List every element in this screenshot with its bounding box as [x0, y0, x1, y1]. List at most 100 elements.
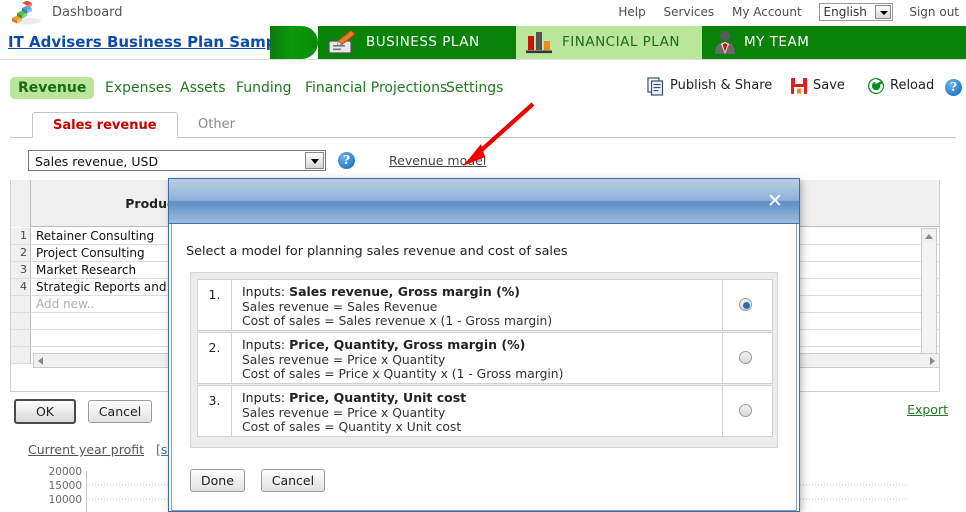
dialog-body: Select a model for planning sales revenu… — [171, 224, 797, 511]
save-button[interactable]: Save — [789, 76, 845, 96]
row-value[interactable]: Market Research — [33, 262, 179, 278]
radio-button-option-3[interactable] — [739, 404, 752, 417]
scroll-right-icon[interactable] — [926, 354, 939, 367]
sidebar-item-revenue[interactable]: Revenue — [10, 77, 95, 99]
grid-corner-cell — [11, 180, 31, 227]
plan-tabs: BUSINESS PLAN FINANCIAL PLAN MY TEAM — [270, 26, 966, 59]
row-value[interactable]: Project Consulting — [33, 245, 179, 261]
model-option-3[interactable]: 3. Inputs: Price, Quantity, Unit cost Sa… — [197, 385, 773, 437]
tab-my-team-label: MY TEAM — [744, 34, 810, 50]
row-number — [11, 313, 31, 329]
app-root: Dashboard Help Services My Account Engli… — [0, 0, 966, 512]
export-link[interactable]: Export — [907, 402, 948, 417]
radio-button-option-2[interactable] — [739, 351, 752, 364]
option-text: Inputs: Sales revenue, Gross margin (%) … — [242, 284, 712, 329]
option-radio-cell[interactable] — [722, 333, 772, 383]
plan-bar: IT Advisers Business Plan Sample BUSINES… — [0, 26, 966, 60]
row-value[interactable] — [33, 313, 179, 329]
close-icon[interactable]: ✕ — [765, 192, 785, 212]
option-inputs-value: Sales revenue, Gross margin (%) — [289, 284, 521, 299]
scroll-up-icon[interactable] — [922, 229, 936, 243]
sidebar-item-financial-projections[interactable]: Financial Projections — [297, 77, 455, 99]
dialog-title-bar: ✕ — [169, 179, 799, 224]
option-inputs-label: Inputs: — [242, 390, 290, 405]
sign-out-link[interactable]: Sign out — [902, 2, 966, 22]
language-value: English — [823, 5, 867, 19]
sales-revenue-dropdown[interactable]: Sales revenue, USD — [28, 150, 326, 171]
grid-vertical-scrollbar[interactable] — [921, 228, 937, 368]
dialog-prompt: Select a model for planning sales revenu… — [186, 244, 568, 259]
row-value[interactable]: Strategic Reports and So — [33, 279, 179, 295]
radio-button-option-1[interactable] — [739, 298, 752, 311]
3d-bar-chart-logo-icon[interactable] — [6, 0, 42, 25]
chevron-down-icon[interactable] — [305, 152, 324, 169]
nav-help[interactable]: Help — [611, 2, 652, 22]
refresh-arrow-icon — [866, 76, 886, 96]
y-axis-tick: 20000 — [48, 466, 82, 478]
y-axis-tick: 10000 — [48, 494, 82, 506]
publish-share-button[interactable]: Publish & Share — [646, 77, 772, 96]
option-number: 1. — [198, 280, 232, 330]
ok-button[interactable]: OK — [14, 399, 76, 424]
option-radio-cell[interactable] — [722, 386, 772, 436]
cancel-button[interactable]: Cancel — [260, 469, 326, 492]
option-inputs-line: Inputs: Price, Quantity, Gross margin (%… — [242, 337, 712, 353]
tab-business-plan-label: BUSINESS PLAN — [366, 34, 480, 50]
tab-financial-plan[interactable]: FINANCIAL PLAN — [516, 26, 702, 59]
row-number: 1 — [11, 228, 31, 244]
option-formula-revenue: Sales revenue = Price x Quantity — [242, 352, 446, 367]
option-formula-cost: Cost of sales = Price x Quantity x (1 - … — [242, 367, 564, 381]
nav-my-account[interactable]: My Account — [725, 2, 809, 22]
tab-my-team[interactable]: MY TEAM — [702, 26, 966, 59]
chevron-down-icon[interactable] — [874, 5, 891, 19]
option-formula-cost: Cost of sales = Quantity x Unit cost — [242, 420, 462, 434]
tab-business-plan[interactable]: BUSINESS PLAN — [318, 26, 516, 59]
dashboard-link[interactable]: Dashboard — [52, 5, 123, 20]
top-bar: Dashboard Help Services My Account Engli… — [0, 0, 966, 26]
cancel-button[interactable]: Cancel — [87, 400, 153, 423]
red-arrow-pointing-down-left-icon — [455, 98, 565, 168]
row-number: 2 — [11, 245, 31, 261]
done-button[interactable]: Done — [190, 469, 245, 492]
add-new-cell[interactable]: Add new.. — [33, 296, 179, 312]
sidebar-item-assets[interactable]: Assets — [172, 77, 234, 99]
chart-title-link[interactable]: Current year profit — [28, 442, 144, 457]
model-option-1[interactable]: 1. Inputs: Sales revenue, Gross margin (… — [197, 279, 773, 331]
top-nav: Help Services My Account English Sign ou… — [611, 2, 966, 24]
row-number: 3 — [11, 262, 31, 278]
option-number: 2. — [198, 333, 232, 383]
row-number — [11, 347, 31, 363]
row-number — [11, 330, 31, 346]
model-options-list: 1. Inputs: Sales revenue, Gross margin (… — [190, 272, 778, 448]
tab-other[interactable]: Other — [178, 112, 255, 138]
sidebar-item-expenses[interactable]: Expenses — [97, 77, 180, 99]
floppy-save-icon — [789, 76, 809, 96]
language-select[interactable]: English — [818, 3, 893, 21]
row-number: 4 — [11, 279, 31, 295]
dialog-button-row: Done Cancel — [190, 469, 337, 492]
reload-button[interactable]: Reload — [866, 76, 934, 96]
row-value[interactable]: Retainer Consulting — [33, 228, 179, 244]
sidebar-item-settings[interactable]: Settings — [438, 77, 511, 99]
row-number — [11, 296, 31, 312]
sidebar-item-funding[interactable]: Funding — [228, 77, 300, 99]
question-mark-icon[interactable]: ? — [945, 79, 962, 96]
grid-button-row: OK Cancel — [14, 399, 160, 424]
option-inputs-label: Inputs: — [242, 337, 290, 352]
save-label: Save — [813, 78, 845, 93]
model-option-2[interactable]: 2. Inputs: Price, Quantity, Gross margin… — [197, 332, 773, 384]
option-inputs-label: Inputs: — [242, 284, 290, 299]
green-blob-decoration — [270, 26, 318, 59]
row-value[interactable] — [33, 330, 179, 346]
option-inputs-line: Inputs: Sales revenue, Gross margin (%) — [242, 284, 712, 300]
option-radio-cell[interactable] — [722, 280, 772, 330]
tab-sales-revenue[interactable]: Sales revenue — [32, 112, 178, 138]
bar-chart-icon — [524, 30, 556, 56]
plan-title-link[interactable]: IT Advisers Business Plan Sample — [8, 33, 292, 51]
tab-financial-plan-label: FINANCIAL PLAN — [562, 34, 680, 50]
nav-services[interactable]: Services — [657, 2, 722, 22]
question-mark-icon[interactable]: ? — [338, 152, 355, 169]
scroll-left-icon[interactable] — [34, 354, 48, 367]
sales-revenue-dropdown-value: Sales revenue, USD — [35, 154, 159, 169]
option-text: Inputs: Price, Quantity, Unit cost Sales… — [242, 390, 712, 435]
